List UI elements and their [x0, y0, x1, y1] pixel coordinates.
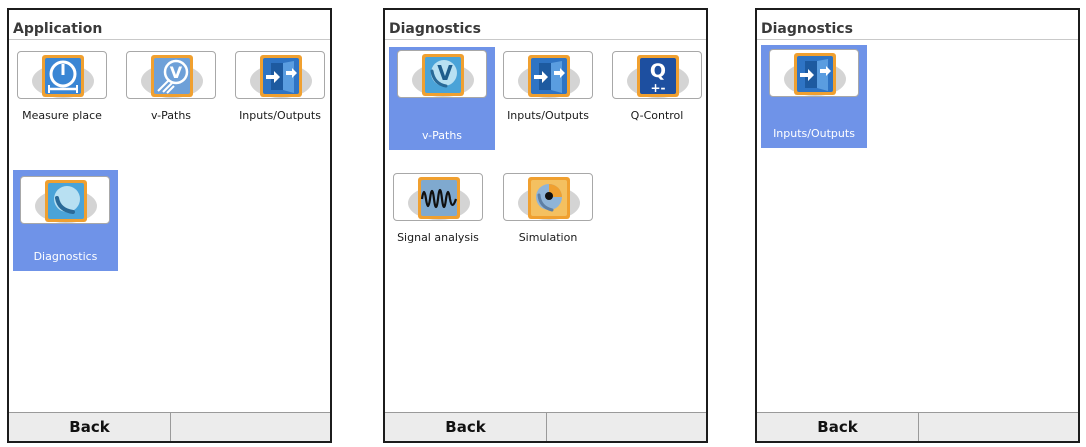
icon-frame [503, 51, 593, 99]
footer-bar: Back [757, 412, 1078, 441]
back-button[interactable]: Back [385, 413, 547, 441]
svg-text:Q: Q [650, 60, 666, 82]
icon-frame [393, 173, 483, 221]
icon-frame [20, 176, 110, 224]
tile-simulation[interactable]: Simulation [499, 169, 597, 261]
measure-place-icon [42, 55, 84, 97]
icon-frame: V [126, 51, 216, 99]
diagnostics-icon [45, 180, 87, 222]
inputs-outputs-icon [794, 53, 836, 95]
softkey-right[interactable] [171, 413, 330, 441]
inputs-outputs-icon [528, 55, 570, 97]
tile-inputs-outputs[interactable]: Inputs/Outputs [499, 47, 597, 139]
tile-label: Inputs/Outputs [507, 109, 589, 122]
tile-v-paths[interactable]: V v-Paths [389, 47, 495, 150]
tile-label: v-Paths [150, 109, 192, 122]
screen-title: Diagnostics [757, 10, 1078, 40]
tile-signal-analysis[interactable]: Signal analysis [389, 169, 487, 261]
tile-label: Diagnostics [33, 250, 98, 263]
q-control-icon: Q +- [637, 55, 679, 97]
v-paths-icon: V [151, 55, 193, 97]
footer-bar: Back [385, 412, 706, 441]
footer-bar: Back [9, 412, 330, 441]
tile-label: Measure place [22, 109, 102, 122]
icon-frame [235, 51, 325, 99]
icon-frame [503, 173, 593, 221]
icon-frame: Q +- [612, 51, 702, 99]
svg-text:+-: +- [650, 81, 665, 95]
tile-label: Simulation [518, 231, 578, 244]
tile-label: Q-Control [630, 109, 684, 122]
back-button[interactable]: Back [757, 413, 919, 441]
tile-q-control[interactable]: Q +- Q-Control [608, 47, 706, 139]
tile-label: Inputs/Outputs [239, 109, 321, 122]
icon-frame [769, 49, 859, 97]
tile-diagnostics[interactable]: Diagnostics [13, 170, 118, 271]
tile-label: Inputs/Outputs [773, 127, 855, 140]
screen-title: Diagnostics [385, 10, 706, 40]
back-button[interactable]: Back [9, 413, 171, 441]
tile-measure-place[interactable]: Measure place [13, 47, 111, 139]
tile-v-paths[interactable]: V v-Paths [122, 47, 220, 139]
softkey-right[interactable] [547, 413, 706, 441]
softkey-right[interactable] [919, 413, 1078, 441]
svg-text:V: V [170, 63, 183, 82]
screen-title: Application [9, 10, 330, 40]
inputs-outputs-icon [260, 55, 302, 97]
signal-analysis-icon [418, 177, 460, 219]
tile-label: Signal analysis [397, 231, 479, 244]
simulation-icon [528, 177, 570, 219]
icon-frame: V [397, 50, 487, 98]
diagnostics-screen: Diagnostics V v-Paths Inputs/Outputs Q +… [383, 8, 708, 443]
diagnostics-io-screen: Diagnostics Inputs/Outputs Back [755, 8, 1080, 443]
application-screen: Application Measure place V v-Paths Inpu… [7, 8, 332, 443]
tile-label: v-Paths [421, 129, 463, 142]
svg-text:V: V [437, 61, 453, 85]
icon-frame [17, 51, 107, 99]
tile-inputs-outputs[interactable]: Inputs/Outputs [231, 47, 329, 139]
tile-inputs-outputs[interactable]: Inputs/Outputs [761, 45, 867, 148]
v-paths-icon: V [422, 54, 464, 96]
